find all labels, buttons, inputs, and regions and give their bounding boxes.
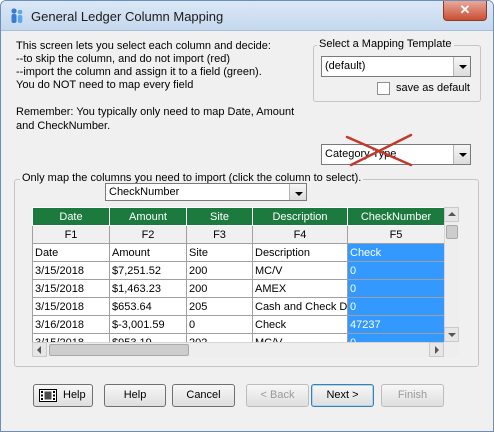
column-header[interactable]: Date — [32, 207, 110, 226]
mapping-template-group-label: Select a Mapping Template — [317, 38, 454, 50]
table-cell[interactable]: 200 — [186, 279, 253, 298]
mapped-header-row: Date Amount Site Description CheckNumber — [32, 207, 444, 226]
scroll-thumb[interactable] — [49, 344, 189, 356]
table-cell[interactable]: $7,251.52 — [109, 261, 187, 280]
table-cell[interactable]: 3/15/2018 — [32, 261, 110, 280]
grid-corner — [444, 342, 459, 357]
table-cell[interactable]: 0 — [347, 297, 444, 316]
table-cell[interactable]: 3/16/2018 — [32, 315, 110, 334]
field-header[interactable]: F5 — [347, 225, 444, 244]
scroll-right-icon[interactable] — [429, 342, 444, 357]
cancel-button[interactable]: Cancel — [172, 384, 235, 407]
film-icon — [39, 389, 57, 402]
table-cell[interactable]: Cash and Check D — [252, 297, 348, 316]
chevron-down-icon[interactable] — [289, 184, 306, 200]
scroll-left-icon[interactable] — [32, 342, 47, 357]
scroll-down-icon[interactable] — [444, 327, 459, 342]
table-cell[interactable]: $653.64 — [109, 297, 187, 316]
table-cell[interactable]: 200 — [186, 261, 253, 280]
column-field-dropdown[interactable]: CheckNumber — [105, 183, 307, 201]
column-field-value: CheckNumber — [109, 186, 180, 198]
next-label: Next > — [326, 389, 359, 401]
save-as-default-label: save as default — [396, 82, 470, 94]
scroll-up-icon[interactable] — [444, 207, 459, 222]
table-cell[interactable]: Date — [32, 243, 110, 262]
instruction-line: This screen lets you select each column … — [16, 40, 271, 52]
finish-label: Finish — [397, 389, 428, 401]
table-cell[interactable]: 0 — [347, 279, 444, 298]
window-title: General Ledger Column Mapping — [31, 9, 224, 24]
help-video-label: Help — [63, 389, 86, 401]
column-mapping-window: General Ledger Column Mapping ✕ This scr… — [0, 0, 494, 432]
save-as-default-checkbox[interactable] — [377, 82, 390, 95]
table-row: 3/16/2018 $-3,001.59 0 Check 47237 — [32, 315, 444, 334]
field-header[interactable]: F1 — [32, 225, 110, 244]
field-header[interactable]: F2 — [109, 225, 187, 244]
help-label: Help — [123, 389, 147, 401]
table-row: Date Amount Site Description Check — [32, 243, 444, 262]
mapping-template-value: (default) — [325, 60, 366, 72]
back-label: < Back — [260, 389, 295, 401]
table-cell[interactable]: 205 — [186, 297, 253, 316]
column-header[interactable]: Amount — [109, 207, 187, 226]
horizontal-scrollbar[interactable] — [32, 342, 444, 357]
table-row: 3/15/2018 $7,251.52 200 MC/V 0 — [32, 261, 444, 280]
close-icon: ✕ — [459, 2, 471, 17]
table-cell[interactable]: 0 — [347, 333, 444, 342]
instructions-text: This screen lets you select each column … — [16, 40, 306, 92]
table-cell[interactable]: 3/15/2018 — [32, 297, 110, 316]
finish-button[interactable]: Finish — [381, 384, 444, 407]
app-people-icon — [11, 8, 23, 23]
remember-note: Remember: You typically only need to map… — [16, 106, 295, 132]
column-header[interactable]: Site — [186, 207, 253, 226]
data-grid[interactable]: Date Amount Site Description CheckNumber… — [32, 207, 444, 342]
chevron-down-icon[interactable] — [453, 57, 470, 76]
table-cell[interactable]: 202 — [186, 333, 253, 342]
next-button[interactable]: Next > — [311, 384, 374, 407]
table-cell[interactable]: Check — [252, 315, 348, 334]
cancel-label: Cancel — [186, 389, 221, 401]
column-header[interactable]: CheckNumber — [347, 207, 444, 226]
field-header[interactable]: F4 — [252, 225, 348, 244]
back-button[interactable]: < Back — [246, 384, 309, 407]
scroll-thumb[interactable] — [446, 225, 458, 239]
instruction-line: --import the column and assign it to a f… — [16, 66, 262, 78]
column-header[interactable]: Description — [252, 207, 348, 226]
table-cell[interactable]: Site — [186, 243, 253, 262]
mapping-template-dropdown[interactable]: (default) — [321, 56, 471, 77]
vertical-scrollbar[interactable] — [444, 207, 459, 342]
field-header[interactable]: F3 — [186, 225, 253, 244]
table-cell[interactable]: Check — [347, 243, 444, 262]
close-button[interactable]: ✕ — [443, 1, 487, 21]
title-bar: General Ledger Column Mapping ✕ — [1, 1, 493, 31]
cross-out-icon — [345, 133, 413, 167]
table-cell[interactable]: $-3,001.59 — [109, 315, 187, 334]
table-cell[interactable]: Description — [252, 243, 348, 262]
table-row: 3/15/2018 $953.19 202 MC/V 0 — [32, 333, 444, 342]
field-header-row: F1 F2 F3 F4 F5 — [32, 225, 444, 244]
table-cell[interactable]: AMEX — [252, 279, 348, 298]
instruction-line: --to skip the column, and do not import … — [16, 53, 230, 65]
table-cell[interactable]: MC/V — [252, 333, 348, 342]
table-cell[interactable]: 47237 — [347, 315, 444, 334]
table-row: 3/15/2018 $653.64 205 Cash and Check D 0 — [32, 297, 444, 316]
chevron-down-icon[interactable] — [453, 145, 470, 164]
table-cell[interactable]: 3/15/2018 — [32, 279, 110, 298]
table-row: 3/15/2018 $1,463.23 200 AMEX 0 — [32, 279, 444, 298]
help-video-button[interactable]: Help — [33, 384, 93, 407]
table-cell[interactable]: Amount — [109, 243, 187, 262]
table-cell[interactable]: 3/15/2018 — [32, 333, 110, 342]
instruction-line: You do NOT need to map every field — [16, 79, 194, 91]
table-cell[interactable]: $1,463.23 — [109, 279, 187, 298]
table-cell[interactable]: MC/V — [252, 261, 348, 280]
table-cell[interactable]: $953.19 — [109, 333, 187, 342]
help-button[interactable]: Help — [104, 384, 166, 407]
table-cell[interactable]: 0 — [186, 315, 253, 334]
table-cell[interactable]: 0 — [347, 261, 444, 280]
